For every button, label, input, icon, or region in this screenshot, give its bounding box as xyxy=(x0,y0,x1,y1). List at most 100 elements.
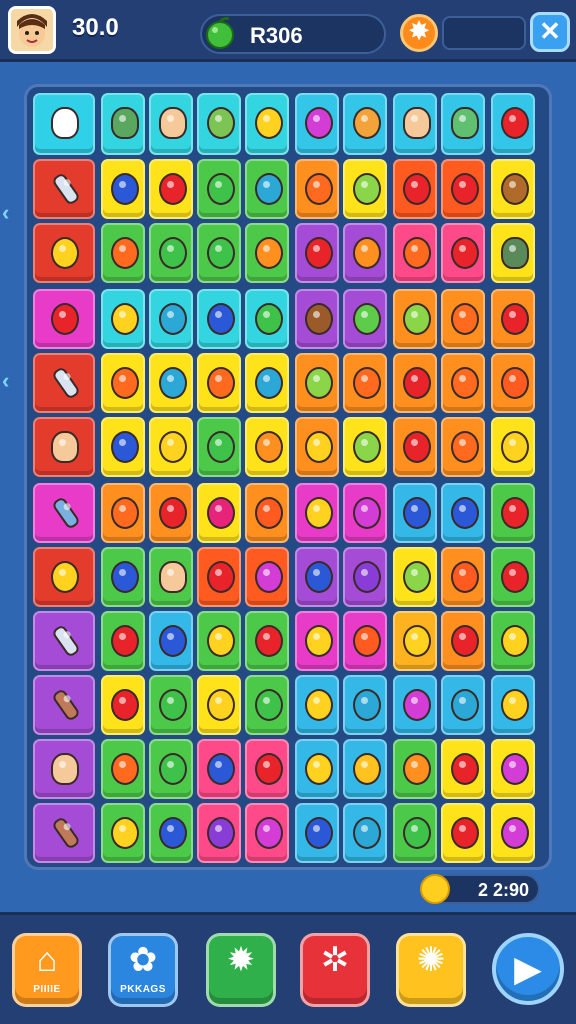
board-tile[interactable] xyxy=(245,739,289,799)
board-tile[interactable] xyxy=(245,547,289,607)
board-tile[interactable] xyxy=(295,223,339,283)
board-tile[interactable] xyxy=(343,739,387,799)
board-tile[interactable] xyxy=(295,675,339,735)
board-tile[interactable] xyxy=(101,93,145,155)
board-tile[interactable] xyxy=(491,611,535,671)
board-tile[interactable] xyxy=(295,739,339,799)
home-button[interactable]: ⌂ PIIIIE xyxy=(12,933,82,1007)
board-tile[interactable] xyxy=(491,547,535,607)
settings-button[interactable]: ✹ xyxy=(206,933,276,1007)
board-tile[interactable] xyxy=(33,417,95,477)
board-tile[interactable] xyxy=(343,547,387,607)
board-tile[interactable] xyxy=(245,353,289,413)
board-tile[interactable] xyxy=(149,739,193,799)
board-tile[interactable] xyxy=(197,93,241,155)
board-tile[interactable] xyxy=(197,159,241,219)
board-tile[interactable] xyxy=(441,223,485,283)
board-tile[interactable] xyxy=(245,611,289,671)
board-tile[interactable] xyxy=(393,803,437,863)
board-tile[interactable] xyxy=(393,93,437,155)
board-tile[interactable] xyxy=(393,223,437,283)
board-tile[interactable] xyxy=(393,675,437,735)
board-tile[interactable] xyxy=(393,159,437,219)
board-tile[interactable] xyxy=(33,803,95,863)
player-avatar[interactable] xyxy=(8,6,56,54)
board-tile[interactable] xyxy=(441,803,485,863)
board-tile[interactable] xyxy=(33,93,95,155)
board-tile[interactable] xyxy=(245,159,289,219)
board-tile[interactable] xyxy=(197,483,241,543)
board-tile[interactable] xyxy=(149,93,193,155)
board-tile[interactable] xyxy=(149,353,193,413)
board-tile[interactable] xyxy=(33,675,95,735)
board-tile[interactable] xyxy=(295,289,339,349)
board-tile[interactable] xyxy=(393,417,437,477)
board-tile[interactable] xyxy=(441,417,485,477)
board-tile[interactable] xyxy=(441,547,485,607)
board-tile[interactable] xyxy=(295,547,339,607)
board-tile[interactable] xyxy=(245,93,289,155)
board-tile[interactable] xyxy=(245,289,289,349)
board-tile[interactable] xyxy=(343,353,387,413)
board-tile[interactable] xyxy=(491,803,535,863)
board-tile[interactable] xyxy=(33,353,95,413)
board-tile[interactable] xyxy=(101,675,145,735)
board-tile[interactable] xyxy=(245,223,289,283)
board-tile[interactable] xyxy=(149,547,193,607)
board-tile[interactable] xyxy=(33,483,95,543)
board-tile[interactable] xyxy=(491,289,535,349)
board-tile[interactable] xyxy=(491,483,535,543)
coin-button[interactable]: ✸ xyxy=(400,14,438,52)
board-tile[interactable] xyxy=(441,739,485,799)
board-tile[interactable] xyxy=(245,675,289,735)
packages-button[interactable]: ✿ PKKAGS xyxy=(108,933,178,1007)
board-tile[interactable] xyxy=(343,611,387,671)
board-tile[interactable] xyxy=(197,611,241,671)
board-tile[interactable] xyxy=(149,803,193,863)
board-tile[interactable] xyxy=(33,289,95,349)
left-arrow-icon[interactable]: ‹ xyxy=(2,200,16,225)
board-tile[interactable] xyxy=(343,223,387,283)
board-tile[interactable] xyxy=(343,483,387,543)
board-tile[interactable] xyxy=(343,417,387,477)
board-tile[interactable] xyxy=(343,93,387,155)
close-button[interactable]: ✕ xyxy=(530,12,570,52)
board-tile[interactable] xyxy=(149,223,193,283)
board-tile[interactable] xyxy=(101,483,145,543)
board-tile[interactable] xyxy=(343,159,387,219)
board-tile[interactable] xyxy=(149,159,193,219)
board-tile[interactable] xyxy=(101,547,145,607)
board-tile[interactable] xyxy=(441,159,485,219)
board-tile[interactable] xyxy=(101,353,145,413)
board-tile[interactable] xyxy=(441,675,485,735)
board-tile[interactable] xyxy=(295,417,339,477)
board-tile[interactable] xyxy=(491,353,535,413)
board-tile[interactable] xyxy=(441,289,485,349)
board-tile[interactable] xyxy=(197,739,241,799)
board-tile[interactable] xyxy=(491,417,535,477)
board-tile[interactable] xyxy=(441,93,485,155)
board-tile[interactable] xyxy=(245,417,289,477)
board-tile[interactable] xyxy=(197,223,241,283)
board-tile[interactable] xyxy=(33,739,95,799)
board-tile[interactable] xyxy=(343,803,387,863)
board-tile[interactable] xyxy=(393,483,437,543)
board-tile[interactable] xyxy=(343,675,387,735)
board-tile[interactable] xyxy=(149,289,193,349)
board-tile[interactable] xyxy=(33,547,95,607)
board-tile[interactable] xyxy=(33,611,95,671)
board-tile[interactable] xyxy=(101,611,145,671)
board-tile[interactable] xyxy=(393,353,437,413)
board-tile[interactable] xyxy=(197,353,241,413)
board-tile[interactable] xyxy=(33,159,95,219)
gem-counter[interactable]: R306 xyxy=(200,14,386,54)
board-tile[interactable] xyxy=(149,483,193,543)
board-tile[interactable] xyxy=(197,417,241,477)
board-tile[interactable] xyxy=(441,611,485,671)
board-tile[interactable] xyxy=(197,289,241,349)
board-tile[interactable] xyxy=(393,547,437,607)
board-tile[interactable] xyxy=(441,483,485,543)
board-tile[interactable] xyxy=(491,223,535,283)
board-tile[interactable] xyxy=(197,547,241,607)
board-tile[interactable] xyxy=(33,223,95,283)
